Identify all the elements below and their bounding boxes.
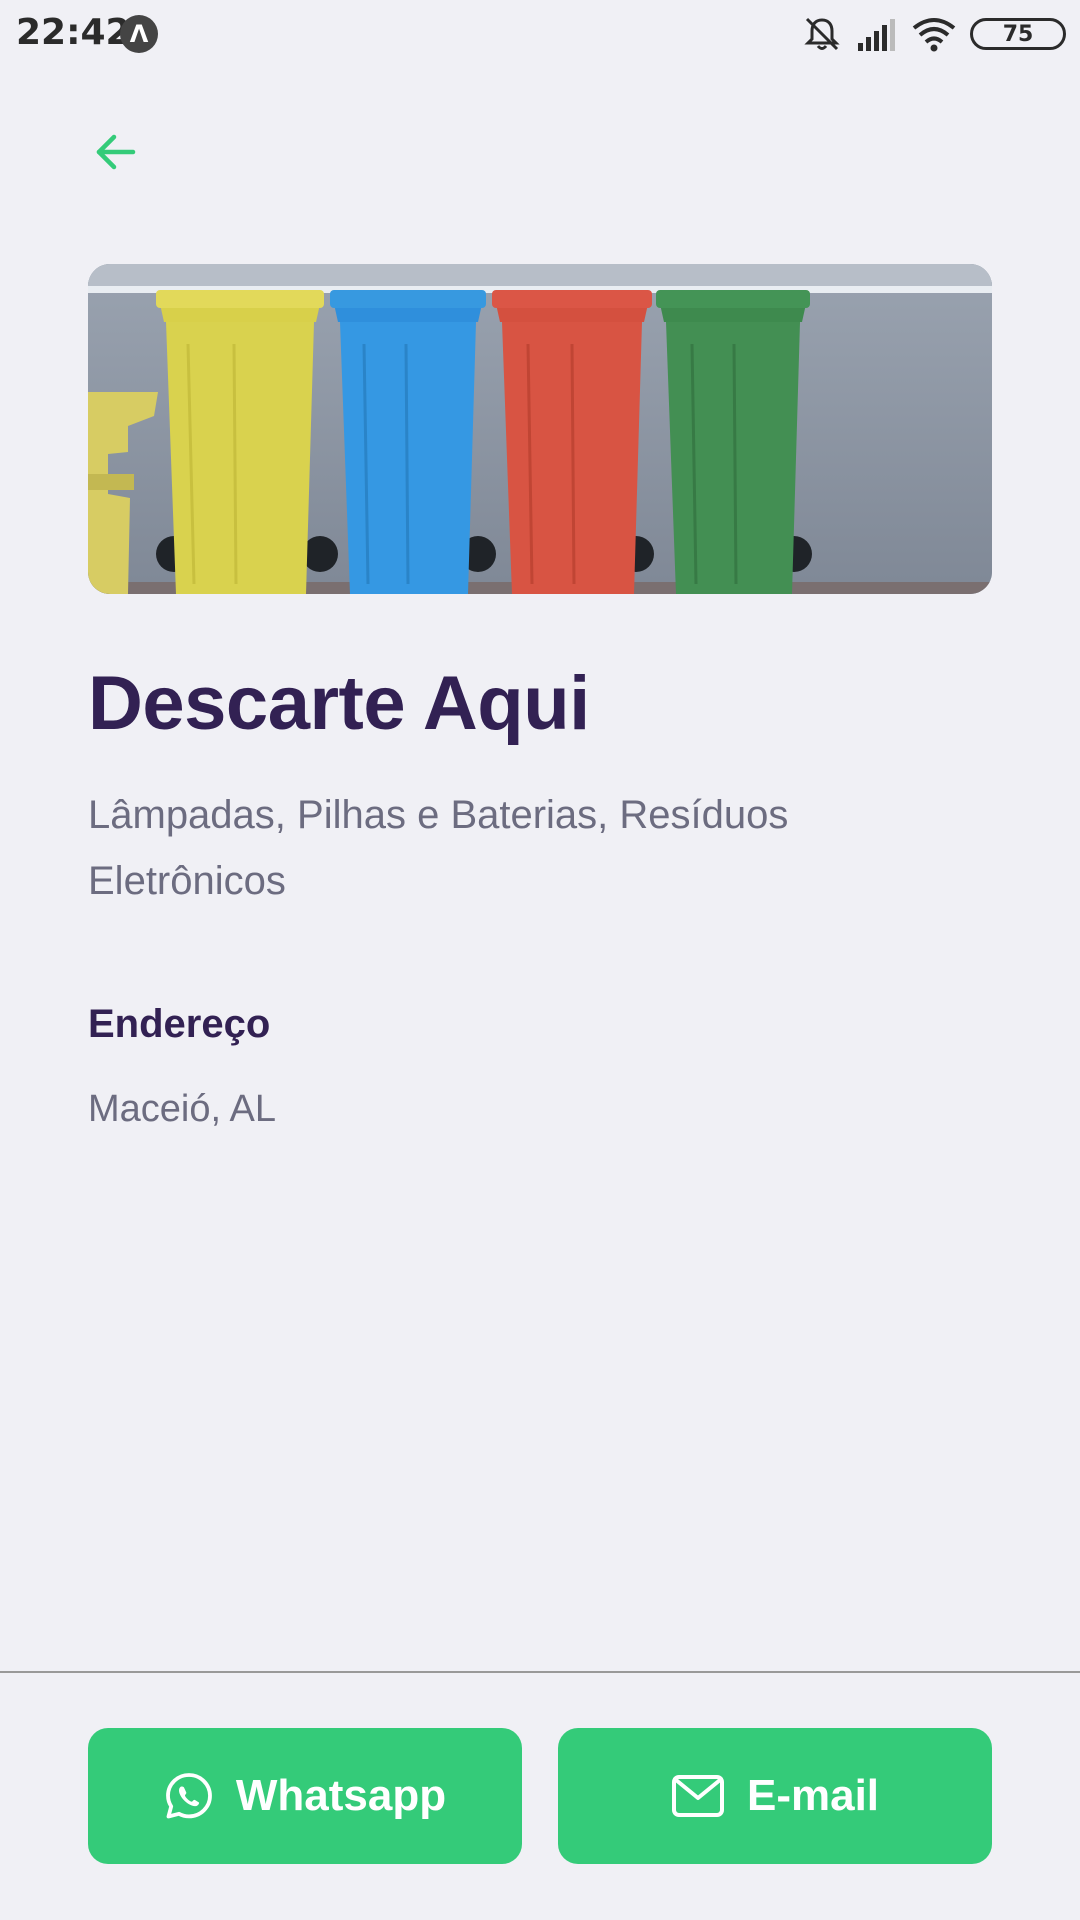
address-value: Maceió, AL [88, 1088, 276, 1130]
whatsapp-button[interactable]: Whatsapp [88, 1728, 522, 1864]
arrow-left-icon [96, 134, 136, 170]
email-button[interactable]: E-mail [558, 1728, 992, 1864]
email-label: E-mail [746, 1771, 880, 1820]
whatsapp-icon [165, 1773, 212, 1819]
point-title: Descarte Aqui [88, 661, 590, 746]
battery-level: 75 [1002, 21, 1034, 47]
mail-icon [671, 1775, 724, 1817]
point-image [88, 264, 992, 594]
point-items: Lâmpadas, Pilhas e Baterias, Resíduos El… [88, 793, 789, 903]
wifi-icon [912, 18, 956, 52]
status-time: 22:42 [16, 12, 131, 53]
address-heading: Endereço [88, 1002, 271, 1046]
recycling-bins-image [88, 264, 992, 594]
mute-icon [804, 17, 840, 51]
status-bar: 22:42 Λ 75 [0, 0, 1080, 66]
back-button[interactable] [88, 124, 144, 180]
whatsapp-label: Whatsapp [235, 1771, 447, 1820]
signal-icon [858, 19, 895, 51]
app-notification-icon: Λ [120, 15, 158, 53]
battery-icon: 75 [970, 18, 1066, 50]
status-icons: 75 [802, 14, 1066, 54]
